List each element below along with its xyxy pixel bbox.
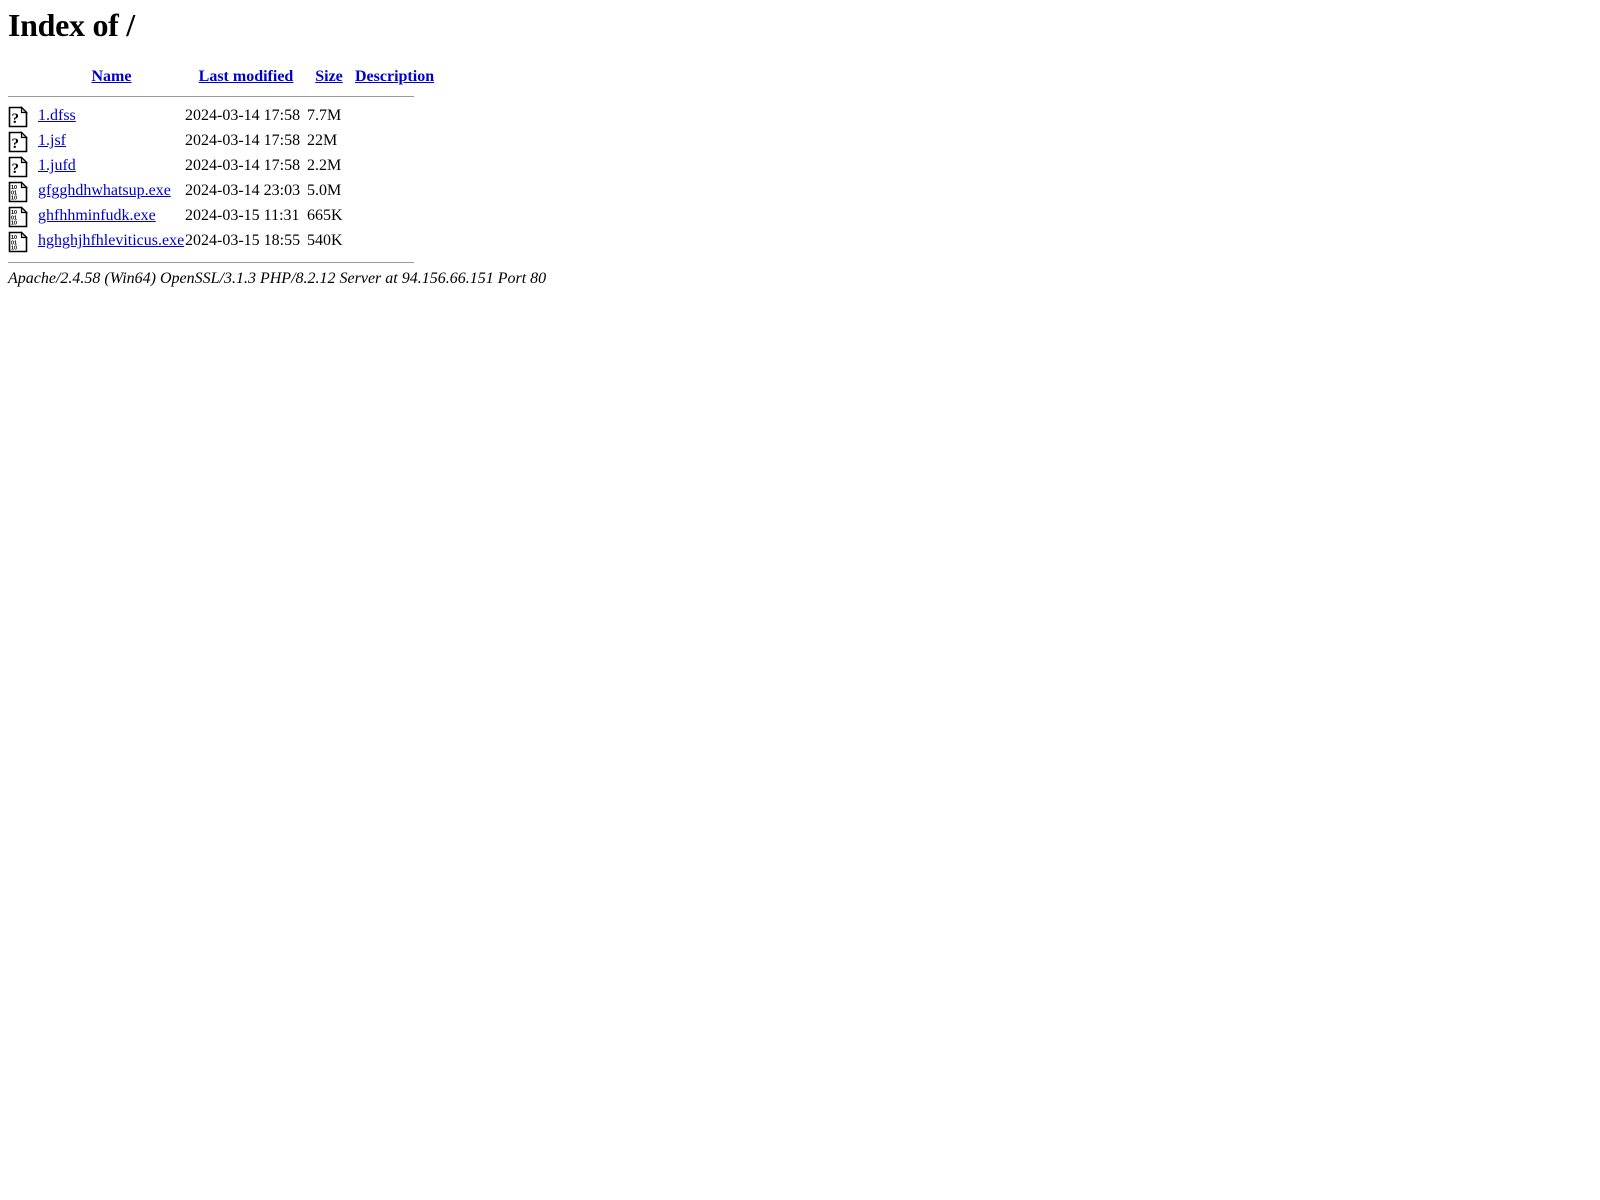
file-last-modified: 2024-03-14 17:58 xyxy=(185,132,301,150)
table-row: ? 1.jsf 2024-03-14 17:58 22M xyxy=(8,128,439,153)
file-last-modified: 2024-03-14 23:03 xyxy=(185,182,301,200)
file-icon-cell: ? xyxy=(8,128,38,153)
file-name-cell: gfgghdhwhatsup.exe xyxy=(38,178,185,203)
page-title: Index of / xyxy=(8,7,135,43)
unknown-file-icon: ? xyxy=(8,155,28,178)
file-size: 7.7M xyxy=(307,107,342,125)
svg-text:?: ? xyxy=(11,111,19,127)
sort-by-description-link[interactable]: Description xyxy=(355,68,434,85)
file-name-cell: 1.jsf xyxy=(38,128,185,153)
binary-file-icon: 10 01 10 xyxy=(8,180,28,203)
file-description xyxy=(351,153,439,178)
unknown-file-icon: ? xyxy=(8,130,28,153)
file-last-modified: 2024-03-14 17:58 xyxy=(185,157,301,175)
footer-divider xyxy=(8,262,414,264)
file-link[interactable]: 1.jsf xyxy=(38,132,66,149)
sort-by-size-link[interactable]: Size xyxy=(315,68,343,85)
binary-file-icon: 10 01 10 xyxy=(8,205,28,228)
directory-index-table: Name Last modified Size Description ? 1.d… xyxy=(8,64,439,269)
directory-listing-page: Index of / Name Last modified Size Descr… xyxy=(0,0,1600,296)
file-last-modified: 2024-03-15 18:55 xyxy=(185,232,301,250)
file-size: 665K xyxy=(307,207,343,225)
sort-by-name-link[interactable]: Name xyxy=(92,68,132,85)
file-description xyxy=(351,178,439,203)
file-description xyxy=(351,128,439,153)
svg-text:?: ? xyxy=(11,161,19,177)
file-link[interactable]: hghghjhfhleviticus.exe xyxy=(38,232,184,249)
binary-file-icon: 10 01 10 xyxy=(8,230,28,253)
file-link[interactable]: gfgghdhwhatsup.exe xyxy=(38,182,171,199)
file-name-cell: 1.jufd xyxy=(38,153,185,178)
table-row: 10 01 10 ghfhhminfudk.exe 2024-03-15 11:31 66… xyxy=(8,203,439,228)
header-size: Size xyxy=(307,64,351,91)
svg-text:?: ? xyxy=(11,136,19,152)
footer-rule-row xyxy=(8,253,439,269)
file-last-modified: 2024-03-14 17:58 xyxy=(185,107,301,125)
file-size: 22M xyxy=(307,132,338,150)
header-icon-spacer xyxy=(8,64,38,91)
header-last-modified: Last modified xyxy=(185,64,307,91)
file-size: 2.2M xyxy=(307,157,342,175)
file-name-cell: 1.dfss xyxy=(38,103,185,128)
header-description: Description xyxy=(351,64,439,91)
file-link[interactable]: 1.jufd xyxy=(38,157,76,174)
unknown-file-icon: ? xyxy=(8,105,28,128)
header-rule-row xyxy=(8,91,439,103)
table-row: ? 1.dfss 2024-03-14 17:58 7.7M xyxy=(8,103,439,128)
header-name: Name xyxy=(38,64,185,91)
file-description xyxy=(351,103,439,128)
table-header-row: Name Last modified Size Description xyxy=(8,64,439,91)
header-divider xyxy=(8,96,414,98)
sort-by-last-modified-link[interactable]: Last modified xyxy=(199,68,294,85)
file-name-cell: ghfhhminfudk.exe xyxy=(38,203,185,228)
table-row: ? 1.jufd 2024-03-14 17:58 2.2M xyxy=(8,153,439,178)
file-description xyxy=(351,228,439,253)
svg-text:10: 10 xyxy=(11,220,17,226)
file-icon-cell: ? xyxy=(8,103,38,128)
file-description xyxy=(351,203,439,228)
file-size: 5.0M xyxy=(307,182,342,200)
file-icon-cell: 10 01 10 xyxy=(8,228,38,253)
file-link[interactable]: 1.dfss xyxy=(38,107,76,124)
table-row: 10 01 10 hghghjhfhleviticus.exe 2024-03-15 1… xyxy=(8,228,439,253)
server-signature: Apache/2.4.58 (Win64) OpenSSL/3.1.3 PHP/… xyxy=(8,270,547,288)
footer-rule-cell xyxy=(8,253,439,269)
svg-text:10: 10 xyxy=(11,245,17,251)
table-row: 10 01 10 gfgghdhwhatsup.exe 2024-03-14 23:03… xyxy=(8,178,439,203)
file-link[interactable]: ghfhhminfudk.exe xyxy=(38,207,156,224)
file-size: 540K xyxy=(307,232,343,250)
header-rule-cell xyxy=(8,91,439,103)
svg-text:10: 10 xyxy=(11,195,17,201)
file-name-cell: hghghjhfhleviticus.exe xyxy=(38,228,185,253)
file-icon-cell: 10 01 10 xyxy=(8,203,38,228)
file-icon-cell: ? xyxy=(8,153,38,178)
file-last-modified: 2024-03-15 11:31 xyxy=(185,207,300,225)
file-rows-body: ? 1.dfss 2024-03-14 17:58 7.7M? 1.jsf 2024-03… xyxy=(8,103,439,253)
file-icon-cell: 10 01 10 xyxy=(8,178,38,203)
